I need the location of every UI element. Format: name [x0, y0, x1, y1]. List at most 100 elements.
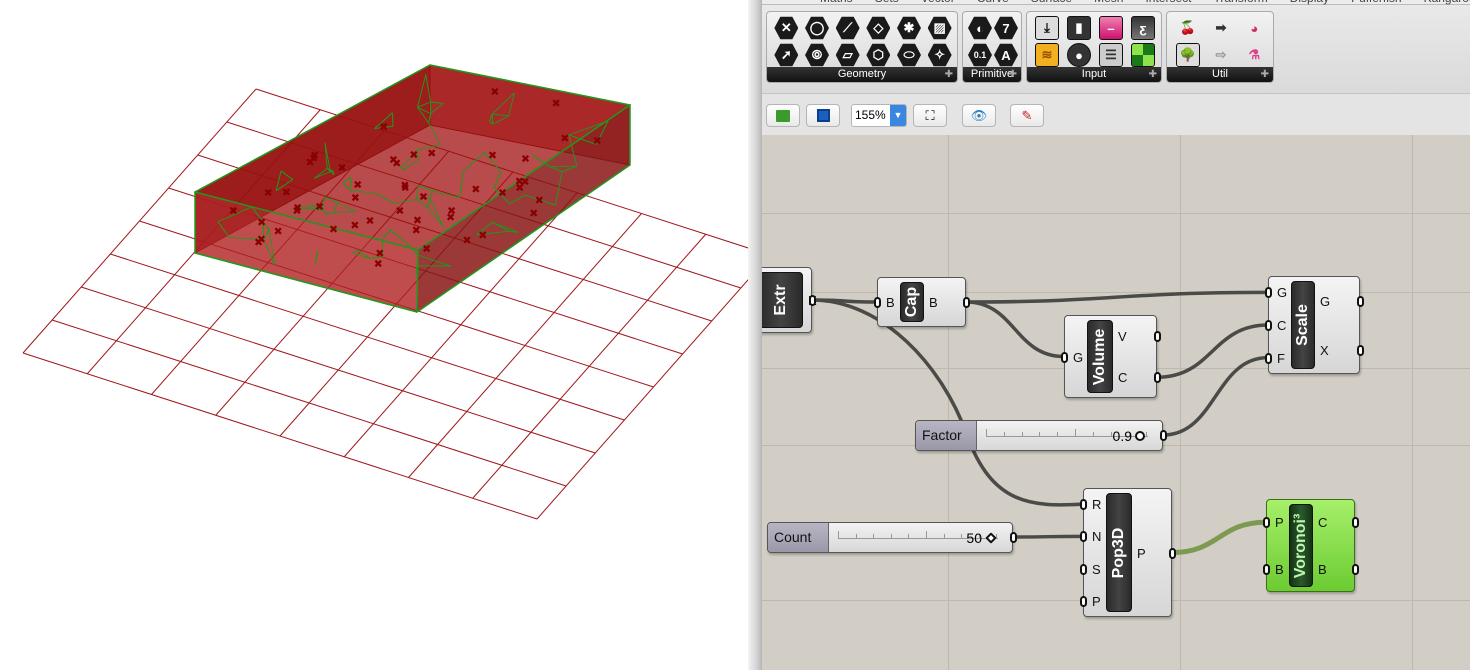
slider-label: Factor [916, 421, 977, 450]
output-grip[interactable] [1357, 295, 1364, 307]
graph-mapper-icon[interactable]: ≋ [1035, 43, 1059, 67]
component-voronoi[interactable]: Voronoi³ P B C B [1263, 499, 1359, 592]
expand-icon[interactable]: ✚ [1009, 67, 1017, 82]
curve-param-icon[interactable]: ⦾ [805, 43, 829, 67]
plane-icon[interactable]: ▱ [835, 43, 860, 67]
point-marker: ✖ [306, 156, 315, 169]
output-grip[interactable] [1357, 344, 1364, 356]
boolean-icon[interactable]: ◐ [968, 16, 992, 40]
output-grip[interactable] [1352, 517, 1359, 529]
colour-swatch-icon[interactable] [1131, 43, 1155, 67]
ribbon-group-label[interactable]: Input [1027, 67, 1161, 82]
text-icon[interactable]: A [994, 43, 1018, 67]
viewport-scene: ✖✖✖✖✖✖✖✖✖✖✖✖✖✖✖✖✖ ✖✖ ✖✖✖✖✖✖✖✖✖✖✖✖✖✖✖✖✖✖✖✖✖… [22, 64, 750, 520]
box-edge [416, 249, 419, 313]
field-icon[interactable]: ✧ [927, 43, 952, 67]
input-grip[interactable] [1080, 499, 1087, 511]
panel-icon[interactable]: ⤓ [1035, 16, 1059, 40]
component-core: Cap [900, 282, 924, 322]
integer-icon[interactable]: 7 [994, 16, 1018, 40]
point-marker: ✖ [353, 178, 362, 191]
output-grip[interactable] [1010, 532, 1017, 543]
output-grip[interactable] [963, 297, 970, 308]
input-b: B [1275, 561, 1284, 577]
slider-knob[interactable] [1135, 431, 1145, 441]
point-marker: ✖ [488, 149, 497, 162]
point-marker: ✖ [498, 187, 507, 200]
ribbon-group-label[interactable]: Util [1167, 67, 1273, 82]
expand-icon[interactable]: ✚ [1149, 67, 1157, 82]
slider-factor[interactable]: Factor 0.9 [915, 420, 1167, 451]
gradient-icon[interactable]: ƹ [1131, 16, 1155, 40]
save-button[interactable] [806, 104, 840, 127]
output-grip[interactable] [1169, 547, 1176, 559]
input-grip[interactable] [1061, 351, 1068, 363]
expand-icon[interactable]: ✚ [1261, 67, 1269, 82]
open-file-button[interactable] [766, 104, 800, 127]
box-icon[interactable]: ⬡ [866, 43, 891, 67]
rhino-viewport[interactable]: ✖ ✖ ✖ ✖ ✖ ✖ ✖ ✖ ✖ ✖ ✖ ✖ ✖ ✖ ✖ ✖ ✖ ✖ ✖ ✖ ✖ ✖ ✖ ✖ ✖ ✖ ✖ ✖ ✖ ✖ ✖ ✖ ✖ ✖ ✖ ✖ ✖ ✖ ✖ ✖… [0, 0, 750, 670]
output-x: X [1320, 342, 1329, 358]
component-volume[interactable]: Volume G V C [1061, 315, 1161, 398]
input-grip[interactable] [1265, 287, 1272, 299]
output-grip[interactable] [1154, 330, 1161, 342]
sketch-button[interactable]: ✎ [1010, 104, 1044, 127]
point-marker: ✖ [365, 214, 374, 227]
zoom-extents-button[interactable]: ⛶ [913, 104, 947, 127]
output-c: C [1318, 515, 1328, 531]
relay-forward-icon[interactable]: ➡ [1209, 16, 1233, 40]
component-core: Extr [762, 272, 803, 328]
number-icon[interactable]: 0.1 [968, 43, 992, 67]
output-c: C [1118, 370, 1128, 386]
point-marker: ✖ [427, 147, 436, 160]
mesh-icon[interactable]: ✱ [897, 16, 921, 40]
cherry-picker-icon[interactable]: 🍒 [1176, 16, 1200, 40]
output-grip[interactable] [809, 295, 816, 306]
zoom-select[interactable]: 155% ▼ [851, 104, 907, 127]
number-slider-icon[interactable]: – [1099, 16, 1123, 40]
output-grip[interactable] [1352, 563, 1359, 575]
preview-button[interactable]: 👁 [962, 104, 996, 127]
tree-icon[interactable]: 🌳 [1175, 43, 1200, 67]
point-icon[interactable]: ✕ [774, 16, 799, 40]
ribbon-group-label[interactable]: Geometry [767, 67, 957, 82]
point-marker: ✖ [389, 154, 398, 167]
component-cap[interactable]: Cap B B [874, 277, 970, 327]
toggle-icon[interactable]: ▮ [1067, 16, 1091, 40]
slider-count[interactable]: Count 50 [767, 522, 1017, 553]
slider-tick [1057, 432, 1059, 436]
vector-icon[interactable]: ➚ [774, 43, 799, 67]
component-extr[interactable]: ExtrE [762, 267, 817, 333]
input-grip[interactable] [1263, 563, 1270, 575]
slider-tick [1039, 432, 1041, 436]
input-grip[interactable] [1080, 563, 1087, 575]
component-pop3d[interactable]: Pop3D R N S P P [1080, 488, 1176, 617]
open-file-icon [776, 109, 790, 122]
point-marker: ✖ [409, 148, 418, 161]
flask-icon[interactable]: ⚗ [1242, 43, 1266, 67]
value-list-icon[interactable]: ☰ [1099, 43, 1123, 67]
output-grip[interactable] [1154, 372, 1161, 384]
surface-icon[interactable]: ▨ [927, 16, 952, 40]
line-icon[interactable]: ⟋ [835, 16, 860, 40]
circle-icon[interactable]: ◯ [805, 16, 829, 40]
slider-tick [1092, 432, 1094, 436]
button-icon[interactable]: ● [1067, 43, 1091, 67]
component-scale[interactable]: Scale G C F G X [1265, 276, 1364, 374]
input-grip[interactable] [1263, 517, 1270, 529]
slider-tick [908, 534, 910, 538]
component-name: Extr [772, 284, 789, 316]
input-grip[interactable] [1080, 531, 1087, 543]
expand-icon[interactable]: ✚ [945, 67, 953, 82]
grasshopper-canvas[interactable]: ExtrECapBBVolumeGVCScaleGCFGXPop3DRNSPPV… [762, 135, 1470, 670]
rectangle-icon[interactable]: ◇ [866, 16, 891, 40]
input-grip[interactable] [874, 297, 881, 308]
point-marker: ✖ [257, 216, 266, 229]
input-grip[interactable] [1265, 352, 1272, 364]
input-grip[interactable] [1080, 595, 1087, 607]
preview-icon[interactable]: ◕ [1242, 16, 1266, 40]
brep-icon[interactable]: ⬭ [897, 43, 921, 67]
relay-back-icon[interactable]: ⇨ [1209, 43, 1233, 67]
input-grip[interactable] [1265, 320, 1272, 331]
output-grip[interactable] [1160, 430, 1167, 441]
